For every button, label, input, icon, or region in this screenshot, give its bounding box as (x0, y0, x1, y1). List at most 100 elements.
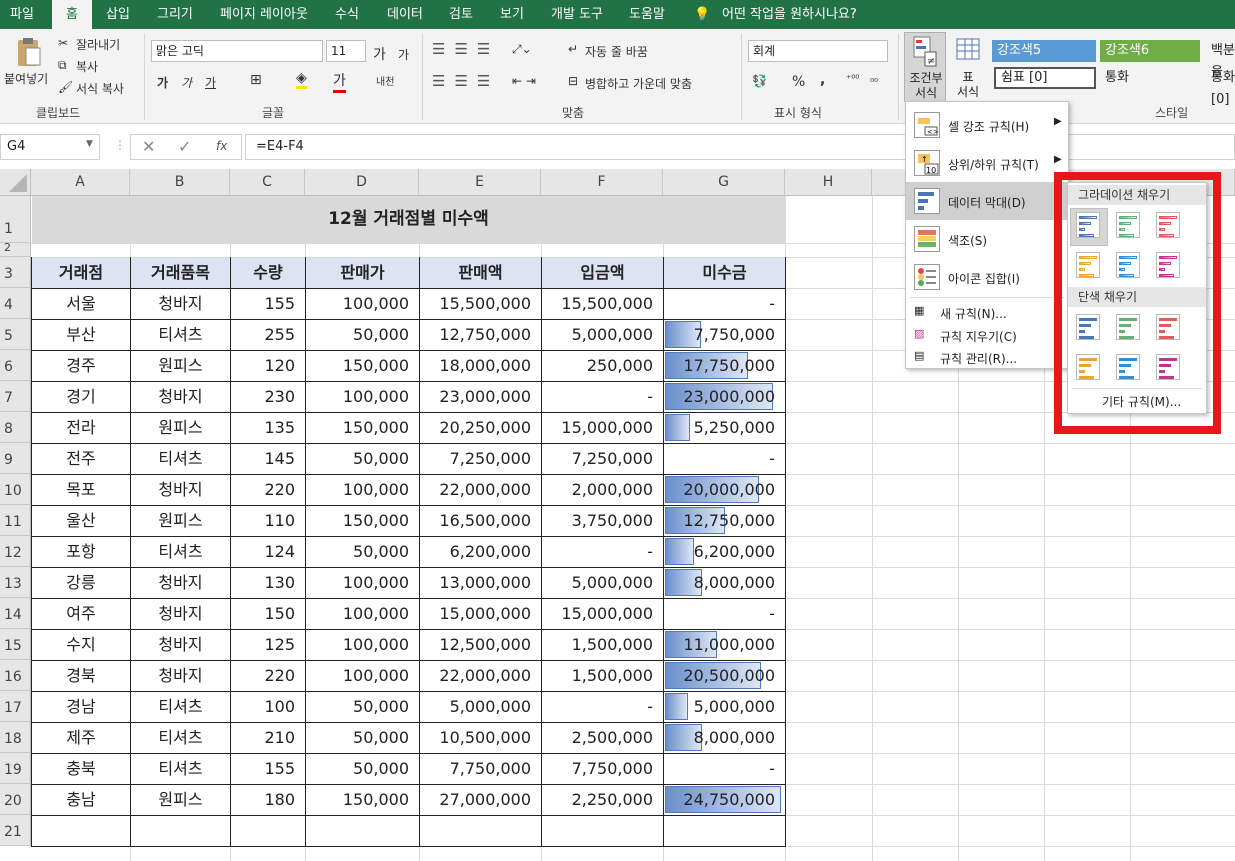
style-accent5[interactable]: 강조색5 (992, 40, 1096, 62)
table-cell[interactable]: 전주 (32, 443, 130, 474)
font-color-button[interactable]: 가 (333, 70, 346, 93)
table-cell[interactable]: 15,000,000 (420, 598, 541, 629)
format-painter-icon[interactable]: 🖌 (58, 80, 73, 94)
table-cell[interactable]: 티셔츠 (131, 691, 230, 722)
table-cell[interactable]: - (664, 598, 785, 629)
table-cell[interactable]: 강릉 (32, 567, 130, 598)
table-cell[interactable]: 7,750,000 (542, 753, 663, 784)
font-name-select[interactable]: 맑은 고딕 (151, 40, 323, 62)
select-all-corner[interactable] (0, 169, 31, 196)
comma-button[interactable]: , (820, 72, 825, 88)
table-cell[interactable]: 10,500,000 (420, 722, 541, 753)
menu-highlight-cells-rules[interactable]: <> 셀 강조 규칙(H) ▶ (906, 106, 1068, 144)
accounting-icon[interactable]: 💱 (752, 74, 767, 88)
table-cell[interactable]: 15,500,000 (420, 288, 541, 319)
menu-manage-rules[interactable]: ▤ 규칙 관리(R)... (906, 346, 1068, 368)
menu-icon-sets[interactable]: 아이콘 집합(I) (906, 258, 1068, 296)
table-cell[interactable]: 145 (231, 443, 305, 474)
bold-button[interactable]: 가 (157, 74, 168, 91)
header-cell[interactable]: 입금액 (542, 258, 663, 288)
decrease-decimal-icon[interactable]: ₀₀ (870, 74, 878, 85)
table-cell[interactable]: 50,000 (306, 319, 419, 350)
table-cell[interactable]: 27,000,000 (420, 784, 541, 815)
table-cell[interactable]: 50,000 (306, 691, 419, 722)
table-cell[interactable]: 청바지 (131, 598, 230, 629)
table-cell[interactable]: 20,250,000 (420, 412, 541, 443)
table-cell[interactable]: 24,750,000 (664, 784, 785, 815)
wrap-text-button[interactable]: 자동 줄 바꿈 (585, 43, 648, 60)
tab-review[interactable]: 검토 (449, 0, 473, 29)
table-cell[interactable]: 220 (231, 474, 305, 505)
table-cell[interactable]: 청바지 (131, 288, 230, 319)
menu-top-bottom-rules[interactable]: ↑ 10 상위/하위 규칙(T) ▶ (906, 144, 1068, 182)
enter-icon[interactable]: ✓ (178, 137, 191, 156)
table-cell[interactable]: 서울 (32, 288, 130, 319)
table-cell[interactable]: 경주 (32, 350, 130, 381)
row-header-11[interactable]: 11 (0, 505, 31, 536)
table-cell[interactable]: - (664, 443, 785, 474)
table-cell[interactable]: 124 (231, 536, 305, 567)
table-cell[interactable]: 100,000 (306, 381, 419, 412)
row-header-21[interactable]: 21 (0, 815, 31, 846)
table-cell[interactable]: 125 (231, 629, 305, 660)
table-cell[interactable]: 135 (231, 412, 305, 443)
font-size-select[interactable]: 11 (326, 40, 366, 62)
table-cell[interactable]: 티셔츠 (131, 319, 230, 350)
name-box[interactable]: G4 (0, 134, 100, 160)
tab-developer[interactable]: 개발 도구 (551, 0, 603, 29)
header-cell[interactable]: 판매가 (306, 258, 419, 288)
table-cell[interactable]: 50,000 (306, 443, 419, 474)
table-cell[interactable]: 티셔츠 (131, 722, 230, 753)
table-cell[interactable]: 경남 (32, 691, 130, 722)
table-cell[interactable]: 청바지 (131, 474, 230, 505)
table-cell[interactable]: 티셔츠 (131, 753, 230, 784)
style-comma0[interactable]: 쉼표 [0] (994, 67, 1096, 89)
table-cell[interactable]: 20,500,000 (664, 660, 785, 691)
table-cell[interactable]: 150 (231, 598, 305, 629)
table-cell[interactable]: 3,750,000 (542, 505, 663, 536)
table-cell[interactable]: 255 (231, 319, 305, 350)
table-cell[interactable]: 청바지 (131, 567, 230, 598)
table-cell[interactable]: 50,000 (306, 722, 419, 753)
table-cell[interactable]: 제주 (32, 722, 130, 753)
table-cell[interactable]: 17,750,000 (664, 350, 785, 381)
cut-button[interactable]: 잘라내기 (76, 36, 120, 53)
column-header-D[interactable]: D (305, 169, 419, 196)
table-cell[interactable]: 5,000,000 (420, 691, 541, 722)
conditional-format-button[interactable]: ≠ 조건부 서식 (904, 32, 946, 102)
table-cell[interactable]: 티셔츠 (131, 443, 230, 474)
header-cell[interactable]: 수량 (231, 258, 305, 288)
row-header-8[interactable]: 8 (0, 412, 31, 443)
fill-color-icon[interactable]: ◈ (296, 70, 307, 89)
table-cell[interactable]: 50,000 (306, 753, 419, 784)
tab-home[interactable]: 홈 (52, 0, 92, 29)
table-cell[interactable]: 18,000,000 (420, 350, 541, 381)
style-percent[interactable]: 백분율 (1206, 40, 1235, 80)
table-cell[interactable]: 5,000,000 (664, 691, 785, 722)
table-cell[interactable]: 1,500,000 (542, 629, 663, 660)
table-cell[interactable]: 원피스 (131, 784, 230, 815)
table-cell[interactable]: 수지 (32, 629, 130, 660)
table-cell[interactable]: 15,000,000 (542, 598, 663, 629)
menu-clear-rules[interactable]: ▨ 규칙 지우기(C) (906, 324, 1068, 346)
table-cell[interactable]: 130 (231, 567, 305, 598)
table-cell[interactable]: 13,000,000 (420, 567, 541, 598)
table-cell[interactable]: 100,000 (306, 567, 419, 598)
table-cell[interactable]: 250,000 (542, 350, 663, 381)
tab-file[interactable]: 파일 (10, 0, 34, 29)
row-header-10[interactable]: 10 (0, 474, 31, 505)
tab-insert[interactable]: 삽입 (106, 0, 130, 29)
table-cell[interactable]: 100 (231, 691, 305, 722)
table-cell[interactable]: 전라 (32, 412, 130, 443)
row-header-17[interactable]: 17 (0, 691, 31, 722)
table-cell[interactable]: 5,000,000 (542, 319, 663, 350)
table-cell[interactable]: - (542, 536, 663, 567)
table-cell[interactable]: 5,000,000 (542, 567, 663, 598)
table-cell[interactable]: 6,200,000 (420, 536, 541, 567)
formula-input[interactable]: =E4-F4 (245, 134, 1235, 160)
row-header-15[interactable]: 15 (0, 629, 31, 660)
table-cell[interactable]: 2,500,000 (542, 722, 663, 753)
row-header-13[interactable]: 13 (0, 567, 31, 598)
format-painter-button[interactable]: 서식 복사 (76, 80, 124, 97)
grow-font-button[interactable]: 가 (373, 44, 386, 64)
